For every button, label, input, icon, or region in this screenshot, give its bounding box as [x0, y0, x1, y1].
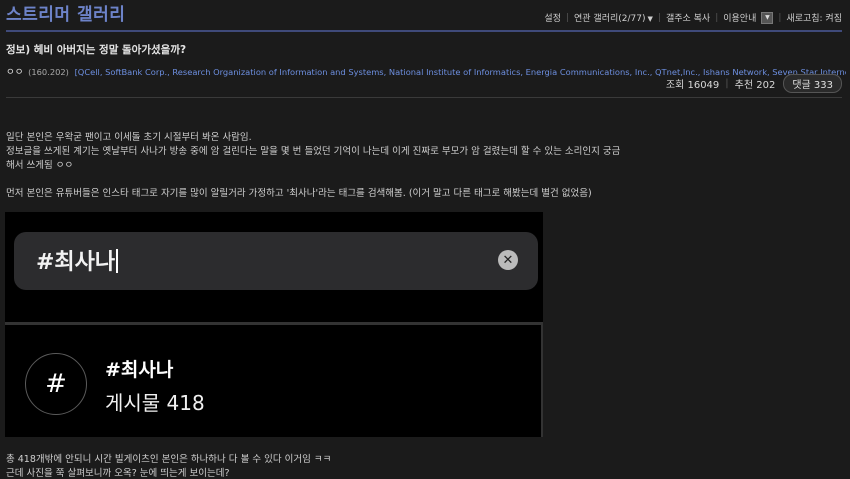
- top-bar: 스트리머 갤러리 설정 | 연관 갤러리(2/77) ▼ | 갤주소 복사 | 이…: [0, 0, 850, 32]
- dropdown-toggle-button[interactable]: ▼: [761, 11, 774, 24]
- tag-result-image: # #최사나 게시물 418: [5, 325, 543, 437]
- body-paragraph: 총 418개밖에 안되니 시간 빌게이츠인 본인은 하나하나 다 볼 수 있다 …: [6, 454, 332, 465]
- author-name[interactable]: ㅇㅇ: [6, 67, 23, 78]
- view-count: 조회 16049: [665, 80, 720, 91]
- auto-refresh-toggle[interactable]: 새로고침: 켜짐: [786, 11, 842, 24]
- gallery-title[interactable]: 스트리머 갤러리: [6, 0, 125, 25]
- header-divider: [6, 30, 842, 32]
- chevron-down-icon: ▼: [647, 15, 653, 23]
- author-ip: (160.202): [28, 67, 69, 77]
- meta-divider: [6, 97, 842, 98]
- post-stats: 조회 16049 | 추천 202 댓글 333: [666, 74, 842, 93]
- comment-count-button[interactable]: 댓글 333: [783, 74, 842, 93]
- close-icon: ✕: [498, 250, 518, 270]
- body-paragraph: 해서 쓰게됨 ㅇㅇ: [6, 160, 74, 171]
- tag-name: #최사나: [105, 359, 174, 381]
- post-title: 정보) 헤비 아버지는 정말 돌아가셨을까?: [6, 44, 187, 56]
- guide-link[interactable]: 이용안내: [723, 11, 756, 24]
- search-bar: #최사나 ✕: [14, 232, 538, 290]
- text-cursor: [116, 249, 119, 273]
- search-screenshot-image: #최사나 ✕: [5, 212, 543, 322]
- search-query-text: #최사나: [36, 244, 119, 276]
- body-paragraph: 먼저 본인은 유튜버들은 인스타 태그로 자기를 많이 알릴거라 가정하고 '최…: [6, 188, 592, 199]
- top-menu: 설정 | 연관 갤러리(2/77) ▼ | 갤주소 복사 | 이용안내 ▼ | 새…: [544, 11, 842, 24]
- tag-post-count: 게시물 418: [105, 391, 205, 415]
- recommend-count: 추천 202: [734, 80, 776, 91]
- hashtag-icon: #: [25, 353, 87, 415]
- related-galleries-link[interactable]: 연관 갤러리(2/77) ▼: [574, 11, 653, 24]
- copy-address-link[interactable]: 갤주소 복사: [666, 11, 710, 24]
- body-paragraph: 정보글을 쓰게된 계기는 옛날부터 사나가 방송 중에 암 걸린다는 말을 몇 …: [6, 146, 621, 157]
- body-paragraph: 일단 본인은 우왁굳 팬이고 이세돌 초기 시절부터 봐온 사람임.: [6, 132, 252, 143]
- settings-link[interactable]: 설정: [544, 11, 561, 24]
